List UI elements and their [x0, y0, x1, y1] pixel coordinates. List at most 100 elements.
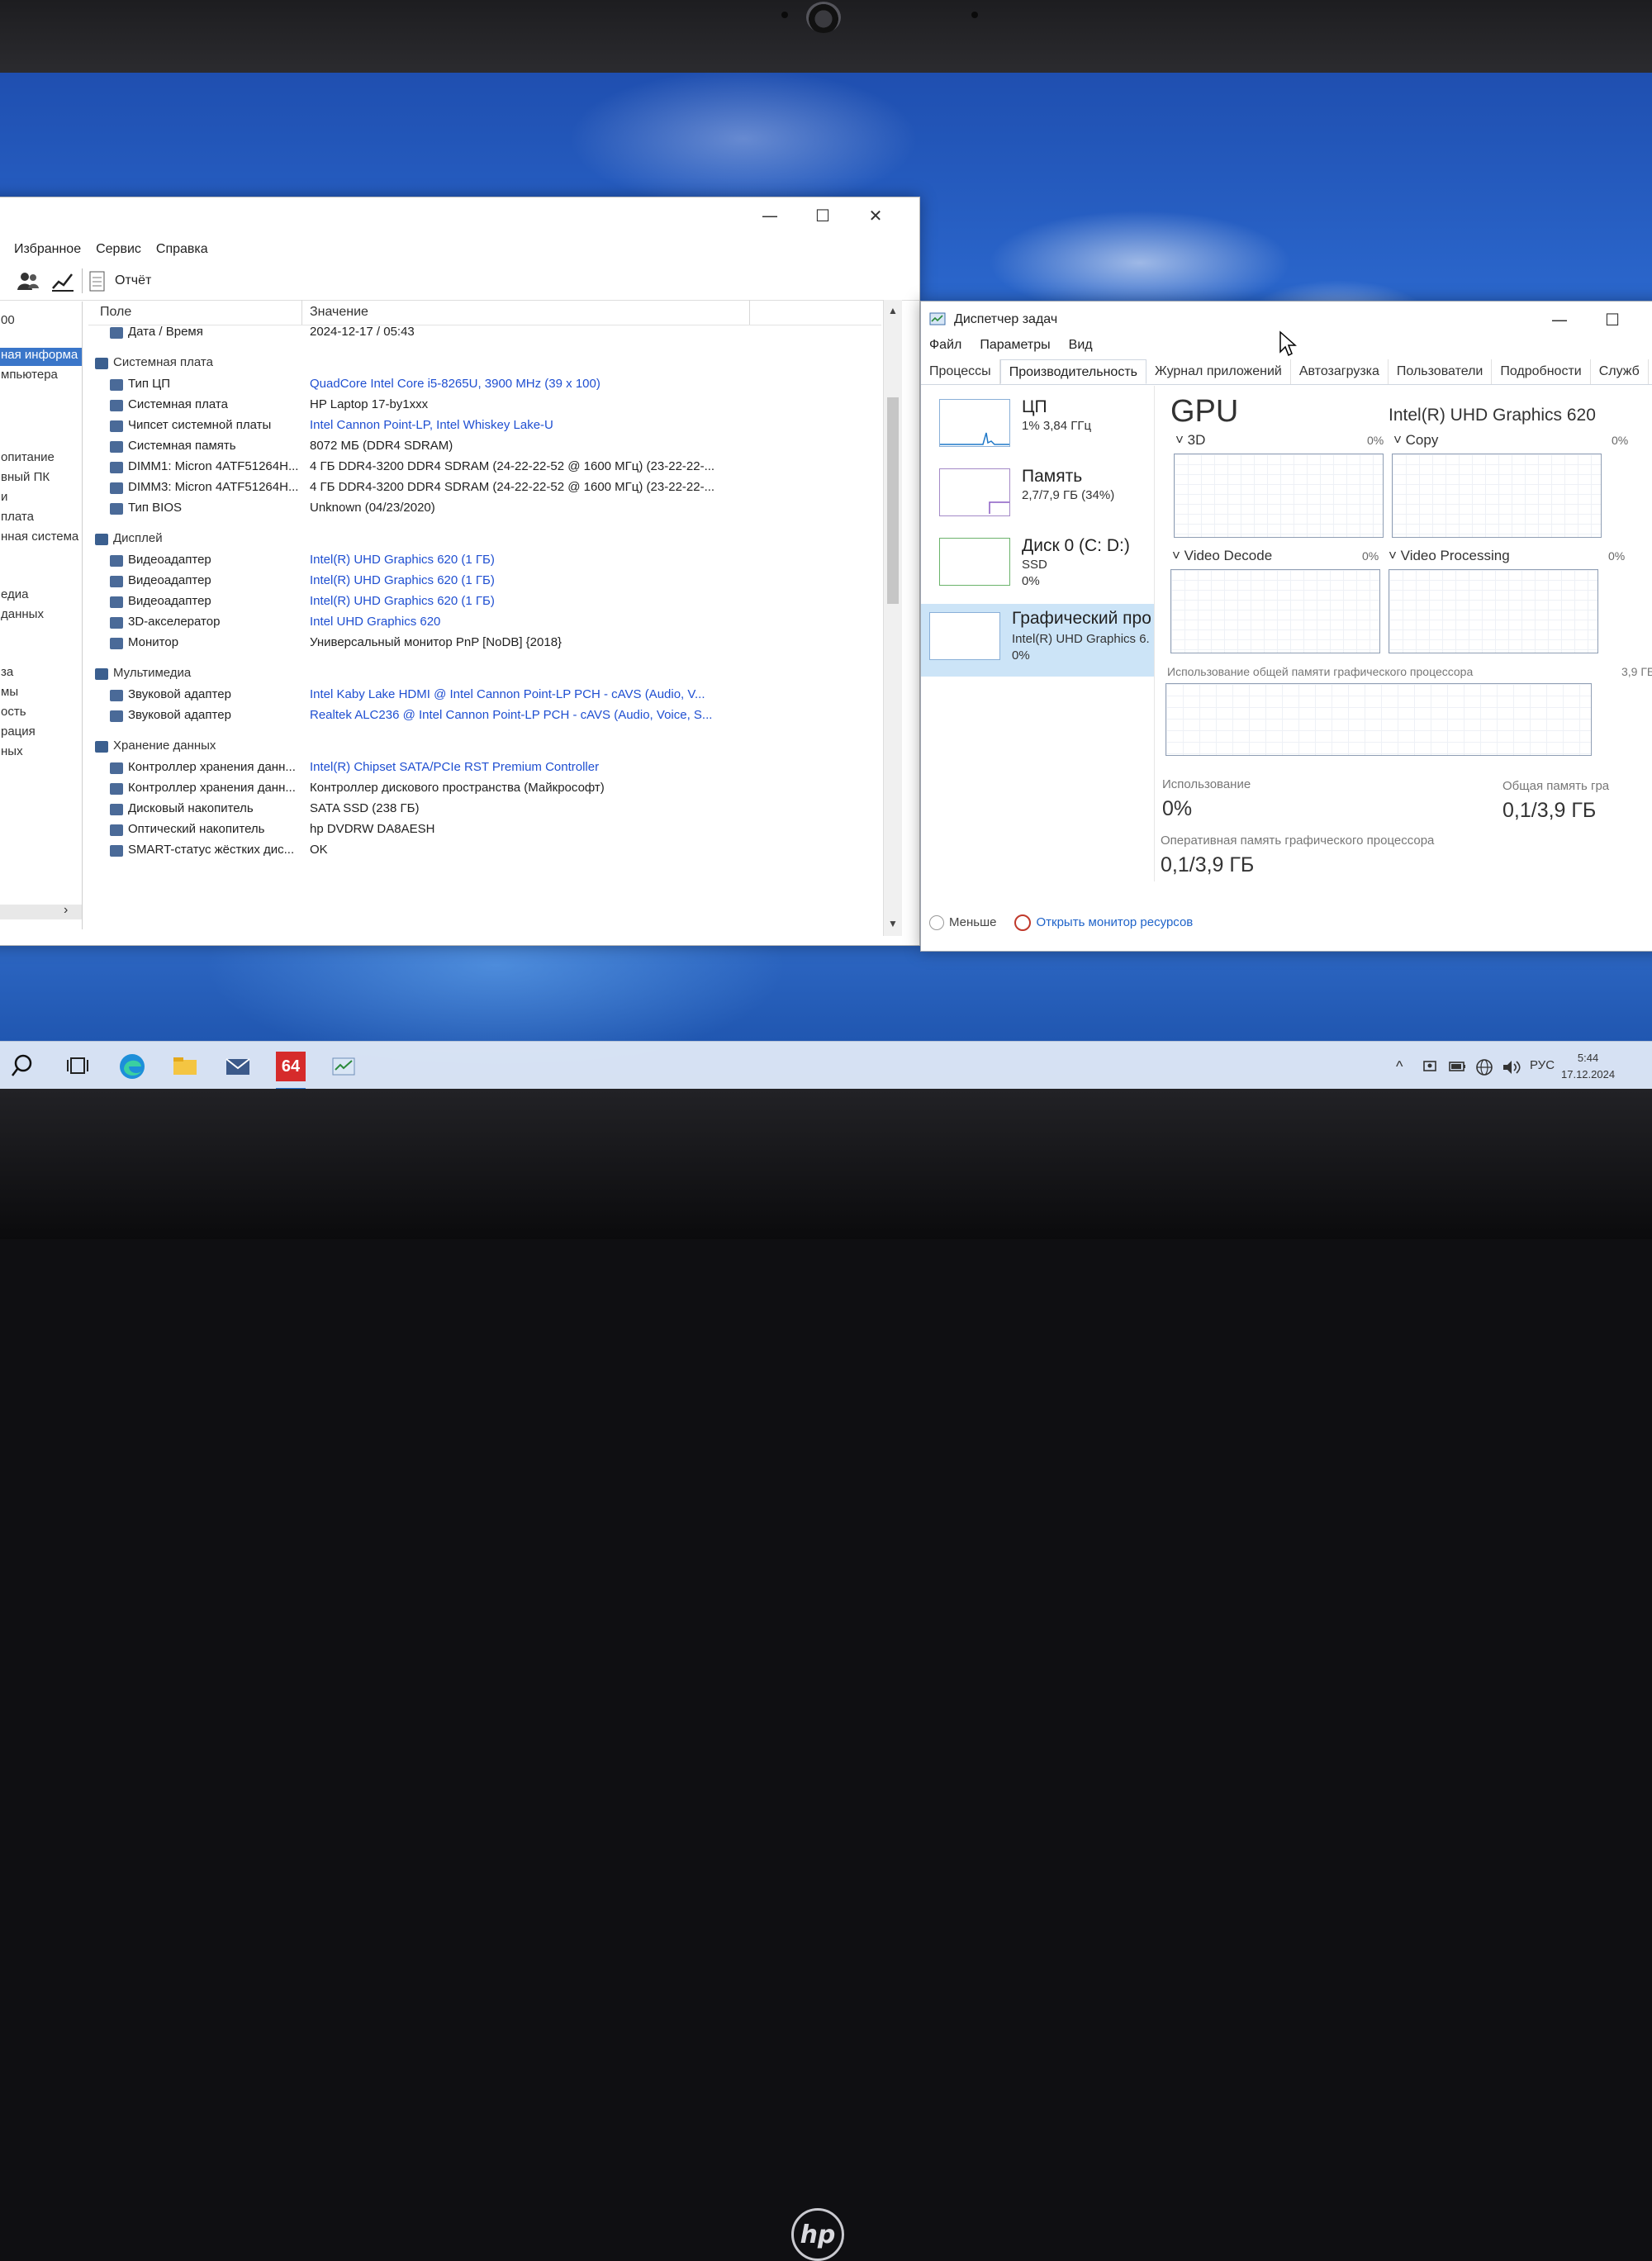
menu-help[interactable]: Справка	[156, 239, 208, 262]
table-row[interactable]: Системная плата HP Laptop 17-by1xxx	[88, 397, 881, 416]
table-row[interactable]: SMART-статус жёстких дис... OK	[88, 843, 881, 861]
volume-icon[interactable]	[1502, 1058, 1521, 1076]
system-clock[interactable]: 5:44 17.12.2024	[1561, 1050, 1615, 1083]
scroll-up-icon[interactable]: ▲	[888, 305, 898, 316]
task-view-icon[interactable]	[64, 1052, 94, 1081]
tab-processes[interactable]: Процессы	[921, 359, 1000, 384]
table-row[interactable]: Чипсет системной платы Intel Cannon Point…	[88, 418, 881, 436]
close-button[interactable]: ✕	[850, 197, 901, 234]
users-icon[interactable]	[16, 270, 40, 293]
tree-item[interactable]: нная система	[1, 530, 78, 544]
fewer-details-button[interactable]: Меньше	[929, 915, 996, 931]
table-group-row[interactable]: Мультимедиа	[88, 666, 881, 684]
field-value-link[interactable]: Intel Cannon Point-LP, Intel Whiskey Lak…	[310, 418, 553, 432]
table-row[interactable]: Тип ЦП QuadCore Intel Core i5-8265U, 3900…	[88, 377, 881, 395]
menu-favorites[interactable]: Избранное	[14, 239, 81, 262]
table-row[interactable]: Тип BIOS Unknown (04/23/2020)	[88, 501, 881, 519]
file-explorer-icon[interactable]	[170, 1052, 200, 1081]
column-divider[interactable]	[749, 300, 750, 325]
tree-item[interactable]: мы	[1, 685, 18, 699]
table-row[interactable]: 3D-акселератор Intel UHD Graphics 620	[88, 615, 881, 633]
table-row[interactable]: Оптический накопитель hp DVDRW DA8AESH	[88, 822, 881, 840]
tree-item[interactable]: опитание	[1, 450, 55, 464]
tree-item[interactable]: рация	[1, 724, 36, 739]
minimize-button[interactable]: —	[744, 197, 795, 234]
tree-item[interactable]: вный ПК	[1, 470, 50, 484]
resource-tile-disk[interactable]: Диск 0 (C: D:) SSD 0%	[929, 531, 1151, 596]
language-indicator[interactable]: РУС	[1530, 1058, 1555, 1072]
tm-minimize-button[interactable]: —	[1534, 302, 1585, 338]
menu-service[interactable]: Сервис	[96, 239, 141, 262]
maximize-button[interactable]: ☐	[797, 197, 848, 234]
engine-video-processing-label[interactable]: ˅ Video Processing	[1389, 548, 1510, 564]
scroll-down-icon[interactable]: ▼	[888, 918, 898, 929]
field-value-link[interactable]: Intel(R) UHD Graphics 620 (1 ГБ)	[310, 594, 495, 608]
tm-maximize-button[interactable]: ☐	[1587, 302, 1638, 338]
field-value-link[interactable]: Intel(R) UHD Graphics 620 (1 ГБ)	[310, 553, 495, 567]
table-row[interactable]: Видеоадаптер Intel(R) UHD Graphics 620 (1…	[88, 573, 881, 591]
tree-item-selected[interactable]: ная информа	[0, 348, 82, 366]
field-value-link[interactable]: QuadCore Intel Core i5-8265U, 3900 MHz (…	[310, 377, 601, 391]
tree-item[interactable]: ость	[1, 705, 26, 719]
table-row[interactable]: Контроллер хранения данн... Контроллер ди…	[88, 781, 881, 799]
chevron-right-icon[interactable]: ›	[64, 903, 68, 918]
tab-performance[interactable]: Производительность	[999, 359, 1146, 384]
table-row[interactable]: Видеоадаптер Intel(R) UHD Graphics 620 (1…	[88, 594, 881, 612]
table-row[interactable]: Монитор Универсальный монитор PnP [NoDB] …	[88, 635, 881, 653]
engine-video-decode-label[interactable]: ˅ Video Decode	[1172, 548, 1272, 564]
column-value[interactable]: Значение	[310, 305, 368, 320]
table-group-row[interactable]: Хранение данных	[88, 739, 881, 757]
tab-users[interactable]: Пользователи	[1389, 359, 1493, 384]
resource-tile-cpu[interactable]: ЦП 1% 3,84 ГГц	[929, 392, 1151, 457]
tree-item[interactable]: 00	[1, 313, 15, 327]
tree-item[interactable]: едиа	[1, 587, 29, 601]
search-icon[interactable]	[10, 1052, 40, 1081]
tree-item[interactable]: и	[1, 490, 7, 504]
table-row[interactable]: Контроллер хранения данн... Intel(R) Chip…	[88, 760, 881, 778]
scroll-thumb[interactable]	[887, 397, 899, 604]
tree-item[interactable]: данных	[1, 607, 44, 621]
column-field[interactable]: Поле	[100, 305, 131, 320]
resource-tile-gpu[interactable]: Графический про Intel(R) UHD Graphics 6.…	[921, 604, 1154, 677]
engine-3d-label[interactable]: ˅ 3D	[1175, 432, 1205, 449]
field-value-link[interactable]: Realtek ALC236 @ Intel Cannon Point-LP P…	[310, 708, 712, 722]
resource-tile-memory[interactable]: Память 2,7/7,9 ГБ (34%)	[929, 462, 1151, 526]
table-row[interactable]: Дата / Время 2024-12-17 / 05:43	[88, 325, 881, 343]
table-row[interactable]: DIMM1: Micron 4ATF51264H... 4 ГБ DDR4-320…	[88, 459, 881, 477]
open-resource-monitor-link[interactable]: Открыть монитор ресурсов	[1014, 914, 1193, 931]
tab-startup[interactable]: Автозагрузка	[1291, 359, 1389, 384]
chart-icon[interactable]	[50, 270, 75, 293]
table-row[interactable]: Звуковой адаптер Realtek ALC236 @ Intel C…	[88, 708, 881, 726]
field-value-link[interactable]: Intel Kaby Lake HDMI @ Intel Cannon Poin…	[310, 687, 705, 701]
battery-icon[interactable]	[1449, 1058, 1467, 1075]
tree-item[interactable]: за	[1, 665, 13, 679]
tab-services[interactable]: Служб	[1591, 359, 1649, 384]
field-value-link[interactable]: Intel(R) Chipset SATA/PCIe RST Premium C…	[310, 760, 599, 774]
report-icon[interactable]	[88, 270, 107, 293]
meet-now-icon[interactable]	[1422, 1058, 1439, 1075]
menu-file[interactable]: Файл	[929, 338, 961, 353]
field-value-link[interactable]: Intel UHD Graphics 620	[310, 615, 440, 629]
chevron-up-icon[interactable]: ^	[1396, 1058, 1403, 1076]
network-globe-icon[interactable]	[1475, 1058, 1493, 1076]
edge-browser-icon[interactable]	[117, 1052, 147, 1081]
report-button[interactable]: Отчёт	[115, 273, 151, 288]
table-row[interactable]: Системная память 8072 МБ (DDR4 SDRAM)	[88, 439, 881, 457]
table-row[interactable]: Видеоадаптер Intel(R) UHD Graphics 620 (1…	[88, 553, 881, 571]
tree-hscrollbar[interactable]	[0, 905, 82, 919]
tree-item[interactable]: плата	[1, 510, 34, 524]
column-divider[interactable]	[301, 300, 302, 325]
tree-item[interactable]: мпьютера	[1, 368, 58, 382]
tree-item[interactable]: ных	[1, 744, 23, 758]
tab-app-history[interactable]: Журнал приложений	[1146, 359, 1291, 384]
field-value-link[interactable]: Intel(R) UHD Graphics 620 (1 ГБ)	[310, 573, 495, 587]
mail-icon[interactable]	[223, 1052, 253, 1081]
table-group-row[interactable]: Системная плата	[88, 355, 881, 373]
aida64-app-icon[interactable]: 64	[276, 1052, 306, 1081]
engine-copy-label[interactable]: ˅ Copy	[1393, 432, 1438, 449]
vertical-scrollbar[interactable]: ▲ ▼	[883, 300, 902, 936]
table-row[interactable]: Звуковой адаптер Intel Kaby Lake HDMI @ I…	[88, 687, 881, 705]
table-group-row[interactable]: Дисплей	[88, 531, 881, 549]
task-manager-taskbar-icon[interactable]	[329, 1052, 358, 1081]
menu-view[interactable]: Вид	[1069, 338, 1093, 353]
